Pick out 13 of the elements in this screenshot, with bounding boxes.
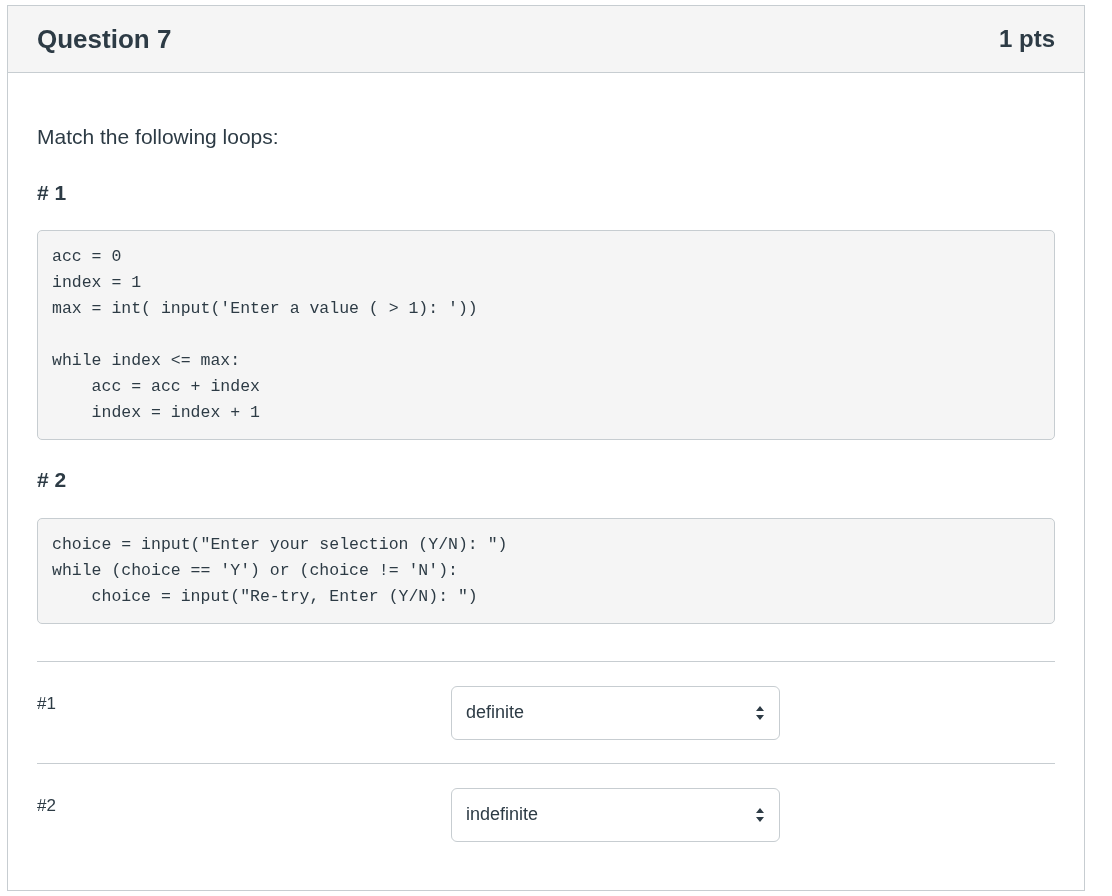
match-label: #2 bbox=[37, 794, 57, 817]
points-label: 1 pts bbox=[999, 24, 1055, 54]
up-down-arrows-icon bbox=[755, 704, 765, 721]
code-block: acc = 0 index = 1 max = int( input('Enter a value ( > 1): ')) while index <= max: acc = acc + index index = index + 1 bbox=[37, 230, 1055, 440]
match-select[interactable]: indefinite bbox=[451, 787, 780, 842]
question-title: Question 7 bbox=[37, 22, 172, 56]
snippet-heading: # 2 bbox=[37, 467, 68, 493]
question-prompt: Match the following loops: bbox=[37, 124, 280, 150]
match-label: #1 bbox=[37, 692, 57, 715]
up-down-arrows-icon bbox=[755, 806, 765, 823]
match-select[interactable]: definite bbox=[451, 685, 780, 740]
code-block: choice = input("Enter your selection (Y/N): ") while (choice == 'Y') or (choice != 'N'): choice = input("Re-try, Enter (Y/N): ") bbox=[37, 517, 1055, 624]
snippet-heading: # 1 bbox=[37, 179, 68, 206]
